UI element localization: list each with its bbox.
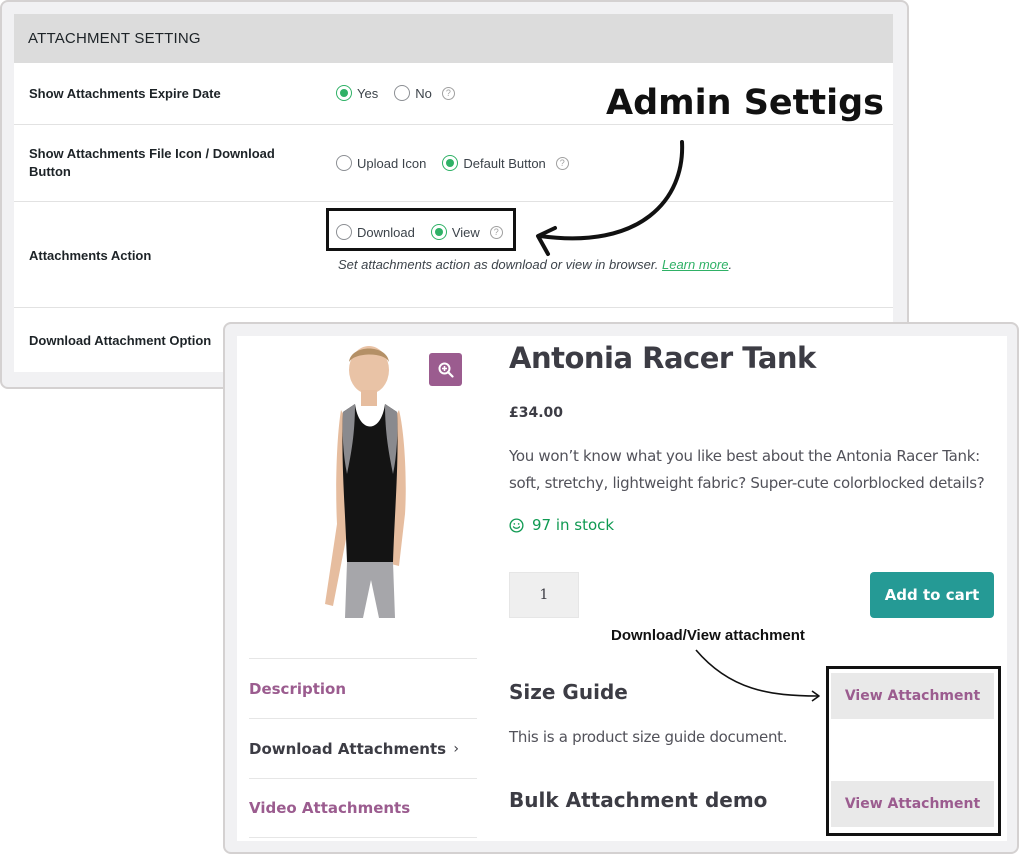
chevron-right-icon: › [453, 740, 459, 757]
model-neck [361, 390, 377, 406]
tab-label: Download Attachments [249, 739, 447, 758]
tab-label: Description [249, 679, 347, 698]
annotation-admin-settings: Admin Settigs [606, 83, 885, 123]
radio-label: Yes [357, 85, 379, 101]
product-description: You won’t know what you like best about … [509, 447, 985, 492]
help-icon[interactable]: ? [441, 86, 455, 100]
radio-label: Upload Icon [357, 155, 427, 171]
radio-yes[interactable]: Yes [336, 85, 378, 101]
setting-label: Attachments Action [29, 248, 152, 263]
description-suffix: . [728, 257, 733, 272]
radio-checked-icon[interactable] [442, 155, 459, 171]
view-attachment-button[interactable]: View Attachment [831, 781, 994, 827]
admin-settings-content: ATTACHMENT SETTING Show Attachments Expi… [14, 14, 893, 372]
tab-description[interactable]: Description [249, 658, 477, 718]
radio-group-file-icon: Upload Icon Default Button ? [336, 155, 569, 171]
tab-video-attachments[interactable]: Video Attachments [249, 778, 477, 838]
product-panel: Description Download Attachments › Video… [223, 322, 1019, 854]
learn-more-link[interactable]: Learn more [662, 257, 728, 272]
setting-label: Show Attachments File Icon / Download Bu… [29, 146, 275, 179]
help-icon[interactable]: ? [555, 156, 569, 170]
radio-default-button[interactable]: Default Button [442, 155, 546, 171]
attachment-title: Size Guide [509, 680, 628, 704]
radio-unchecked-icon[interactable] [394, 85, 411, 101]
radio-upload-icon[interactable]: Upload Icon [336, 155, 426, 171]
setting-label: Show Attachments Expire Date [29, 86, 221, 101]
tab-label: Video Attachments [249, 799, 411, 817]
description-text: Set attachments action as download or vi… [338, 257, 659, 272]
zoom-in-icon [438, 362, 454, 378]
setting-description: Set attachments action as download or vi… [338, 257, 732, 272]
tab-download-attachments[interactable]: Download Attachments › [249, 718, 477, 778]
view-attachment-button[interactable]: View Attachment [831, 673, 994, 719]
annotation-highlight-box [326, 208, 516, 251]
attachment-title: Bulk Attachment demo [509, 788, 768, 812]
product-content: Description Download Attachments › Video… [237, 336, 1007, 841]
zoom-image-button[interactable] [429, 353, 462, 386]
product-title: Antonia Racer Tank [509, 341, 816, 375]
radio-checked-icon[interactable] [336, 85, 352, 101]
radio-label: Default Button [463, 155, 546, 171]
product-image[interactable] [307, 344, 429, 618]
section-header: ATTACHMENT SETTING [14, 14, 893, 63]
setting-row-file-icon: Show Attachments File Icon / Download Bu… [14, 125, 893, 202]
radio-unchecked-icon[interactable] [336, 155, 352, 171]
smile-icon [509, 517, 524, 533]
product-tabs: Description Download Attachments › Video… [249, 658, 477, 838]
product-price: £34.00 [509, 405, 564, 421]
quantity-input[interactable]: 1 [509, 572, 579, 618]
leggings [345, 562, 395, 618]
radio-no[interactable]: No [394, 85, 432, 101]
stock-text: 97 in stock [532, 516, 615, 534]
radio-label: No [415, 85, 432, 101]
stock-status: 97 in stock [509, 516, 614, 534]
attachment-description: This is a product size guide document. [509, 728, 788, 746]
radio-group-expire-date: Yes No ? [336, 85, 455, 101]
add-to-cart-button[interactable]: Add to cart [870, 572, 994, 618]
annotation-download-view: Download/View attachment [611, 627, 805, 644]
